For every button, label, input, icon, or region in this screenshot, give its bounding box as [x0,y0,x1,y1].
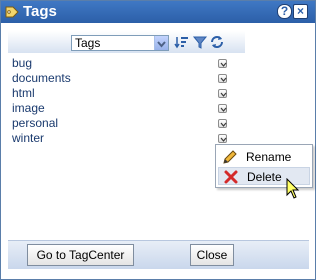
chevron-down-icon[interactable] [218,134,227,143]
refresh-icon[interactable] [209,34,225,50]
panel-toolbar: Tags [8,31,245,53]
tag-link[interactable]: html [12,86,35,101]
tag-item-personal: personal [12,116,240,131]
dialog-footer: Go to TagCenter Close [8,240,309,269]
tag-type-select-value: Tags [75,36,101,50]
tag-link[interactable]: image [12,101,45,116]
chevron-down-icon[interactable] [218,89,227,98]
tag-link[interactable]: documents [12,71,71,86]
tag-item-bug: bug [12,56,240,71]
menu-item-rename[interactable]: Rename [218,148,310,166]
tag-context-menu: Rename Delete [215,144,313,188]
tags-panel: Tags bug documents html image personal w… [8,31,245,235]
tag-item-winter: winter [12,131,240,146]
tags-window: Tags ? × Tags bug documents html image p… [0,0,316,280]
delete-icon [224,170,238,184]
tag-item-documents: documents [12,71,240,86]
tag-item-html: html [12,86,240,101]
tag-list: bug documents html image personal winter [12,56,240,146]
pencil-icon [223,150,237,164]
chevron-down-icon[interactable] [218,74,227,83]
sort-icon[interactable] [174,34,190,50]
chevron-down-icon[interactable] [218,104,227,113]
chevron-down-icon[interactable] [154,36,168,50]
title-bar: Tags ? × [1,1,315,23]
tag-link[interactable]: personal [12,116,58,131]
tag-type-select[interactable]: Tags [71,35,169,51]
chevron-down-icon[interactable] [218,59,227,68]
close-button[interactable]: Close [190,244,234,266]
chevron-down-icon[interactable] [218,119,227,128]
help-button[interactable]: ? [277,4,292,19]
menu-item-delete[interactable]: Delete [218,167,310,185]
close-window-button[interactable]: × [293,4,308,19]
window-title: Tags [23,3,57,20]
tag-link[interactable]: bug [12,56,32,71]
menu-item-label: Delete [247,170,282,184]
tag-icon [5,6,19,18]
tag-link[interactable]: winter [12,131,44,146]
filter-icon[interactable] [192,34,208,50]
menu-item-label: Rename [246,150,292,164]
tag-item-image: image [12,101,240,116]
go-to-tagcenter-button[interactable]: Go to TagCenter [27,244,134,266]
